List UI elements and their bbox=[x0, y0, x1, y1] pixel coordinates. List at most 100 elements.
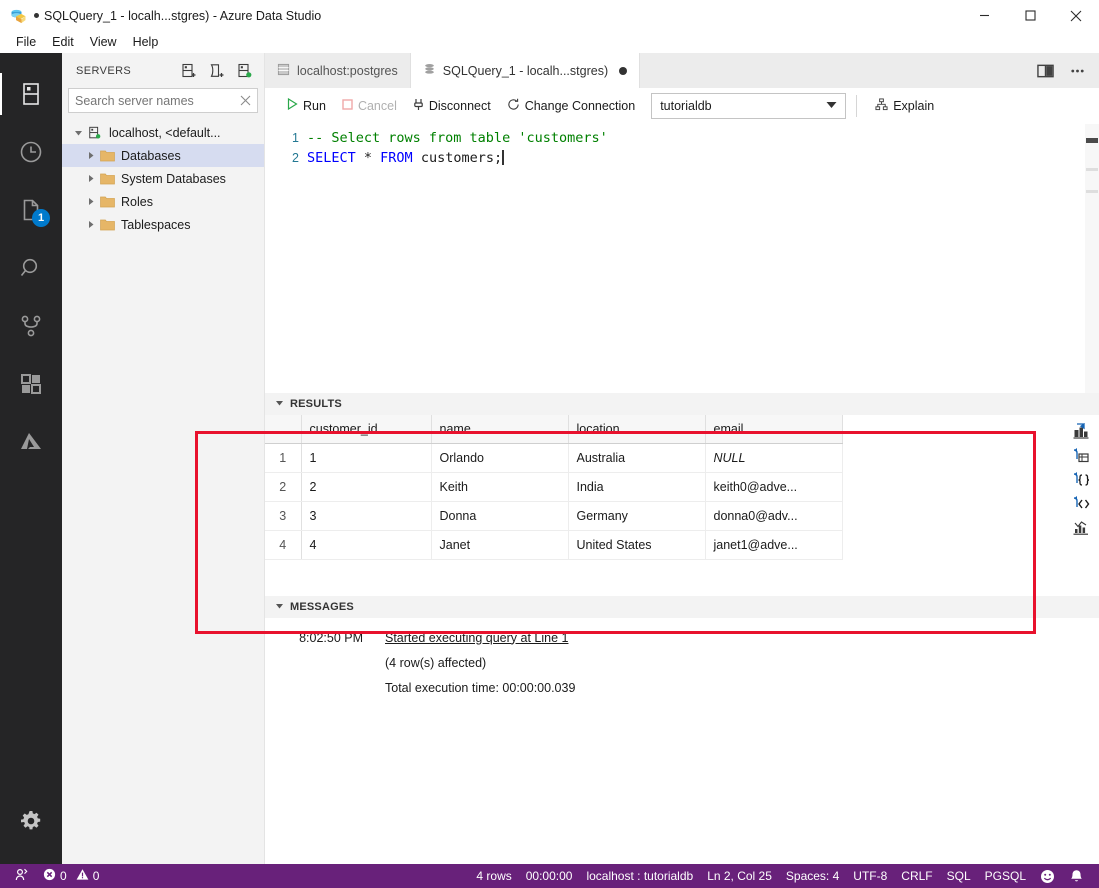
grid-column-header[interactable]: email bbox=[705, 414, 843, 444]
status-encoding[interactable]: UTF-8 bbox=[846, 864, 894, 888]
tree-item-tablespaces[interactable]: Tablespaces bbox=[62, 213, 264, 236]
more-actions-icon[interactable] bbox=[1063, 57, 1091, 85]
status-connection[interactable]: localhost : tutorialdb bbox=[579, 864, 700, 888]
save-as-excel-icon[interactable] bbox=[1071, 423, 1091, 441]
grid-cell[interactable]: Janet bbox=[431, 530, 569, 560]
grid-cell[interactable]: 1 bbox=[301, 443, 432, 473]
tree-item-server[interactable]: localhost, <default... bbox=[62, 121, 264, 144]
status-problems[interactable]: 0 0 bbox=[36, 864, 106, 888]
grid-corner-cell[interactable] bbox=[265, 414, 302, 444]
menu-help[interactable]: Help bbox=[125, 32, 167, 52]
new-connection-icon[interactable] bbox=[176, 59, 202, 83]
twisty-expanded-icon[interactable] bbox=[70, 121, 86, 144]
database-dropdown[interactable]: tutorialdb bbox=[651, 92, 847, 119]
activity-search-icon[interactable] bbox=[0, 239, 62, 297]
row-number[interactable]: 4 bbox=[265, 530, 302, 560]
results-panel-header[interactable]: RESULTS bbox=[265, 392, 1099, 415]
save-as-json-icon[interactable] bbox=[1071, 471, 1091, 489]
sql-code-editor[interactable]: 1 -- Select rows from table 'customers' … bbox=[265, 124, 1099, 393]
tree-item-databases[interactable]: Databases bbox=[62, 144, 264, 167]
grid-cell[interactable]: Orlando bbox=[431, 443, 569, 473]
cancel-button[interactable]: Cancel bbox=[334, 96, 405, 116]
grid-cell[interactable]: 4 bbox=[301, 530, 432, 560]
results-grid-scroll[interactable]: customer_id name location email 1 1 Orla… bbox=[265, 414, 1099, 596]
activity-source-control-icon[interactable] bbox=[0, 297, 62, 355]
toolbar-separator bbox=[856, 94, 858, 117]
grid-column-header[interactable]: customer_id bbox=[301, 414, 432, 444]
new-server-group-icon[interactable] bbox=[204, 59, 230, 83]
maximize-button[interactable] bbox=[1007, 0, 1053, 31]
show-active-connections-icon[interactable] bbox=[232, 59, 258, 83]
editor-tab-actions bbox=[1031, 53, 1099, 88]
grid-cell[interactable]: Australia bbox=[568, 443, 706, 473]
tab-dirty-indicator[interactable] bbox=[619, 66, 628, 75]
status-exec-time[interactable]: 00:00:00 bbox=[519, 864, 580, 888]
grid-cell[interactable]: 3 bbox=[301, 501, 432, 531]
editor-vertical-scrollbar[interactable] bbox=[1085, 124, 1099, 393]
grid-cell[interactable]: United States bbox=[568, 530, 706, 560]
tree-item-roles[interactable]: Roles bbox=[62, 190, 264, 213]
grid-cell[interactable]: 2 bbox=[301, 472, 432, 502]
twisty-collapsed-icon[interactable] bbox=[82, 144, 98, 167]
search-box[interactable] bbox=[68, 88, 258, 113]
row-number[interactable]: 1 bbox=[265, 443, 302, 473]
messages-collapse-icon[interactable] bbox=[275, 601, 284, 612]
status-eol[interactable]: CRLF bbox=[894, 864, 939, 888]
status-remote-indicator[interactable] bbox=[8, 864, 36, 888]
status-indentation[interactable]: Spaces: 4 bbox=[779, 864, 846, 888]
view-as-chart-icon[interactable] bbox=[1071, 519, 1091, 537]
status-cursor-position[interactable]: Ln 2, Col 25 bbox=[700, 864, 779, 888]
menu-view[interactable]: View bbox=[82, 32, 125, 52]
grid-cell[interactable]: keith0@adve... bbox=[705, 472, 843, 502]
results-collapse-icon[interactable] bbox=[275, 398, 284, 409]
run-button[interactable]: Run bbox=[279, 95, 334, 116]
status-feedback-smiley-icon[interactable] bbox=[1033, 864, 1062, 888]
clear-search-icon[interactable] bbox=[237, 93, 253, 109]
messages-panel-header[interactable]: MESSAGES bbox=[265, 595, 1099, 618]
activity-azure-icon[interactable] bbox=[0, 413, 62, 471]
grid-cell[interactable]: NULL bbox=[705, 443, 843, 473]
activity-extensions-icon[interactable] bbox=[0, 355, 62, 413]
grid-cell[interactable]: Keith bbox=[431, 472, 569, 502]
menu-edit[interactable]: Edit bbox=[44, 32, 82, 52]
save-as-csv-icon[interactable] bbox=[1071, 447, 1091, 465]
tab-sqlquery-1[interactable]: SQLQuery_1 - localh...stgres) bbox=[410, 53, 641, 88]
status-provider[interactable]: PGSQL bbox=[978, 864, 1033, 888]
table-row[interactable]: 2 2 Keith India keith0@adve... bbox=[265, 472, 843, 502]
grid-cell[interactable]: India bbox=[568, 472, 706, 502]
activity-servers-icon[interactable] bbox=[0, 65, 62, 123]
status-language-mode[interactable]: SQL bbox=[940, 864, 978, 888]
status-row-count[interactable]: 4 rows bbox=[469, 864, 518, 888]
grid-cell[interactable]: Germany bbox=[568, 501, 706, 531]
search-input[interactable] bbox=[75, 93, 237, 108]
close-button[interactable] bbox=[1053, 0, 1099, 31]
status-notifications-bell-icon[interactable] bbox=[1062, 864, 1091, 888]
grid-cell[interactable]: donna0@adv... bbox=[705, 501, 843, 531]
message-text[interactable]: Started executing query at Line 1 bbox=[385, 626, 568, 651]
tree-item-system-databases[interactable]: System Databases bbox=[62, 167, 264, 190]
menu-file[interactable]: File bbox=[8, 32, 44, 52]
grid-cell[interactable]: Donna bbox=[431, 501, 569, 531]
table-row[interactable]: 1 1 Orlando Australia NULL bbox=[265, 443, 843, 473]
tab-localhost-postgres[interactable]: localhost:postgres bbox=[265, 53, 411, 88]
row-number[interactable]: 2 bbox=[265, 472, 302, 502]
twisty-collapsed-icon[interactable] bbox=[82, 213, 98, 236]
scrollbar-thumb[interactable] bbox=[1086, 138, 1098, 143]
twisty-collapsed-icon[interactable] bbox=[82, 190, 98, 213]
activity-notebooks-icon[interactable]: 1 bbox=[0, 181, 62, 239]
table-row[interactable]: 4 4 Janet United States janet1@adve... bbox=[265, 530, 843, 560]
minimize-button[interactable] bbox=[961, 0, 1007, 31]
grid-column-header[interactable]: name bbox=[431, 414, 569, 444]
grid-cell[interactable]: janet1@adve... bbox=[705, 530, 843, 560]
activity-history-icon[interactable] bbox=[0, 123, 62, 181]
save-as-xml-icon[interactable] bbox=[1071, 495, 1091, 513]
table-row[interactable]: 3 3 Donna Germany donna0@adv... bbox=[265, 501, 843, 531]
row-number[interactable]: 3 bbox=[265, 501, 302, 531]
disconnect-button[interactable]: Disconnect bbox=[405, 95, 499, 117]
explain-button[interactable]: Explain bbox=[867, 95, 942, 117]
activity-settings-gear-icon[interactable] bbox=[0, 792, 62, 850]
change-connection-button[interactable]: Change Connection bbox=[499, 95, 644, 117]
grid-column-header[interactable]: location bbox=[568, 414, 706, 444]
twisty-collapsed-icon[interactable] bbox=[82, 167, 98, 190]
split-editor-icon[interactable] bbox=[1031, 57, 1059, 85]
